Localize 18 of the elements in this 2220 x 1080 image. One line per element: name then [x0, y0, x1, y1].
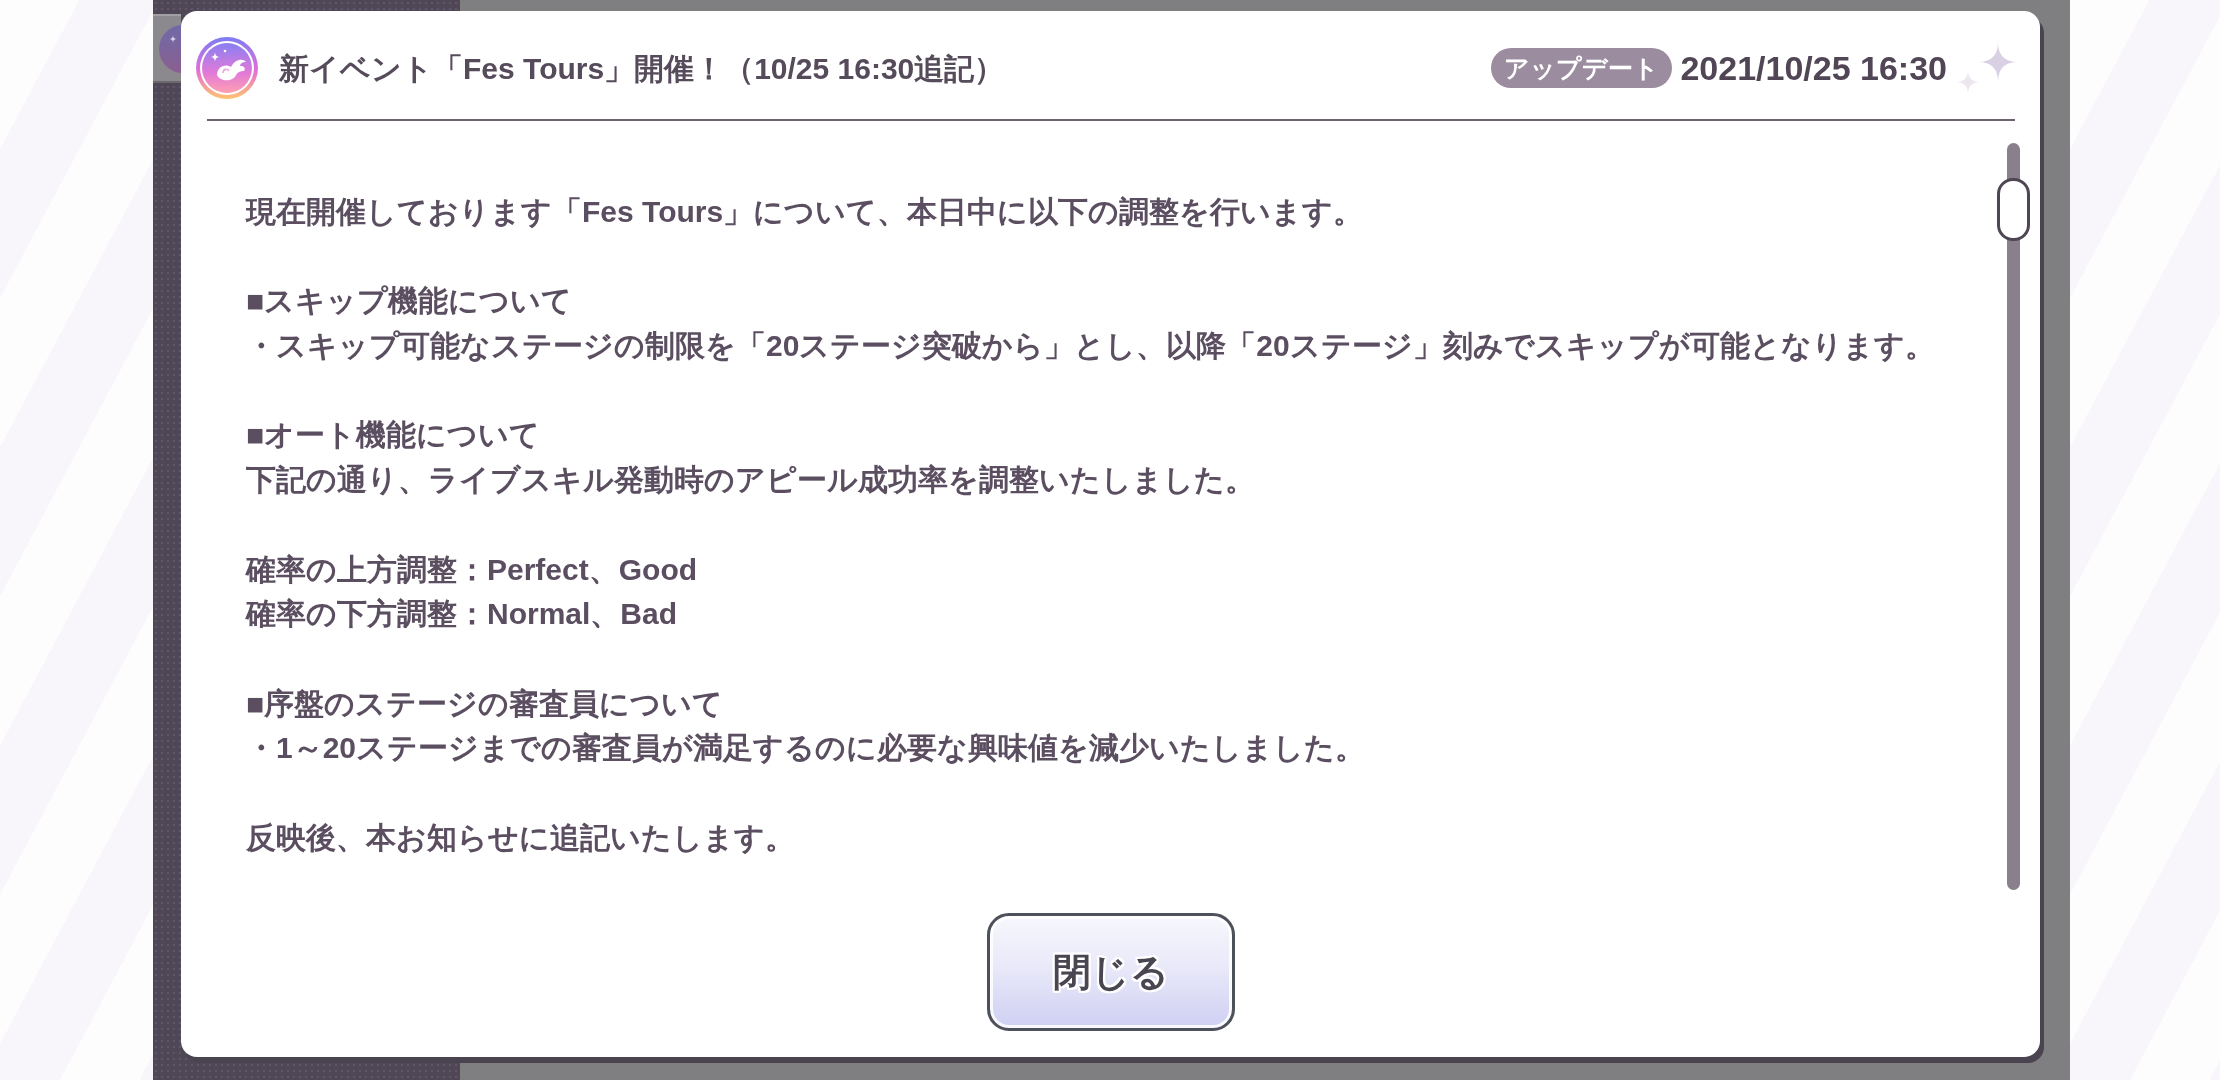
notice-title: 新イベント「Fes Tours」開催！（10/25 16:30追記） [279, 50, 1005, 87]
notice-text: ■序盤のステージの審査員について [246, 685, 725, 722]
notice-text: 確率の下方調整：Normal、Bad [246, 596, 679, 633]
scrollbar[interactable] [1997, 143, 2030, 890]
notice-text: ■オート機能について [246, 417, 542, 454]
notice-text: 反映後、本お知らせに追記いたします。 [246, 819, 796, 856]
notice-text: ・1～20ステージまでの審査員が満足するのに必要な興味値を減少いたしました。 [246, 730, 1367, 767]
close-button[interactable]: 閉じる [986, 913, 1235, 1031]
notice-text: ■スキップ機能について [246, 283, 574, 320]
wing-icon [196, 37, 258, 99]
notice-text: 確率の上方調整：Perfect、Good [246, 551, 699, 588]
notice-text: ・スキップ可能なステージの制限を「20ステージ突破から」とし、以降「20ステージ」刻みでスキップが可能となります。 [246, 328, 1936, 365]
scrollbar-thumb[interactable] [1997, 178, 2030, 241]
category-tag: アップデート [1491, 48, 1673, 88]
notice-text: 下記の通り、ライブスキル発動時のアピール成功率を調整いたしました。 [246, 462, 1256, 499]
notice-date: 2021/10/25 16:30 [1680, 47, 1947, 89]
notice-text: 現在開催しております「Fes Tours」について、本日中に以下の調整を行います。 [246, 194, 1365, 230]
round-icon [159, 24, 181, 73]
